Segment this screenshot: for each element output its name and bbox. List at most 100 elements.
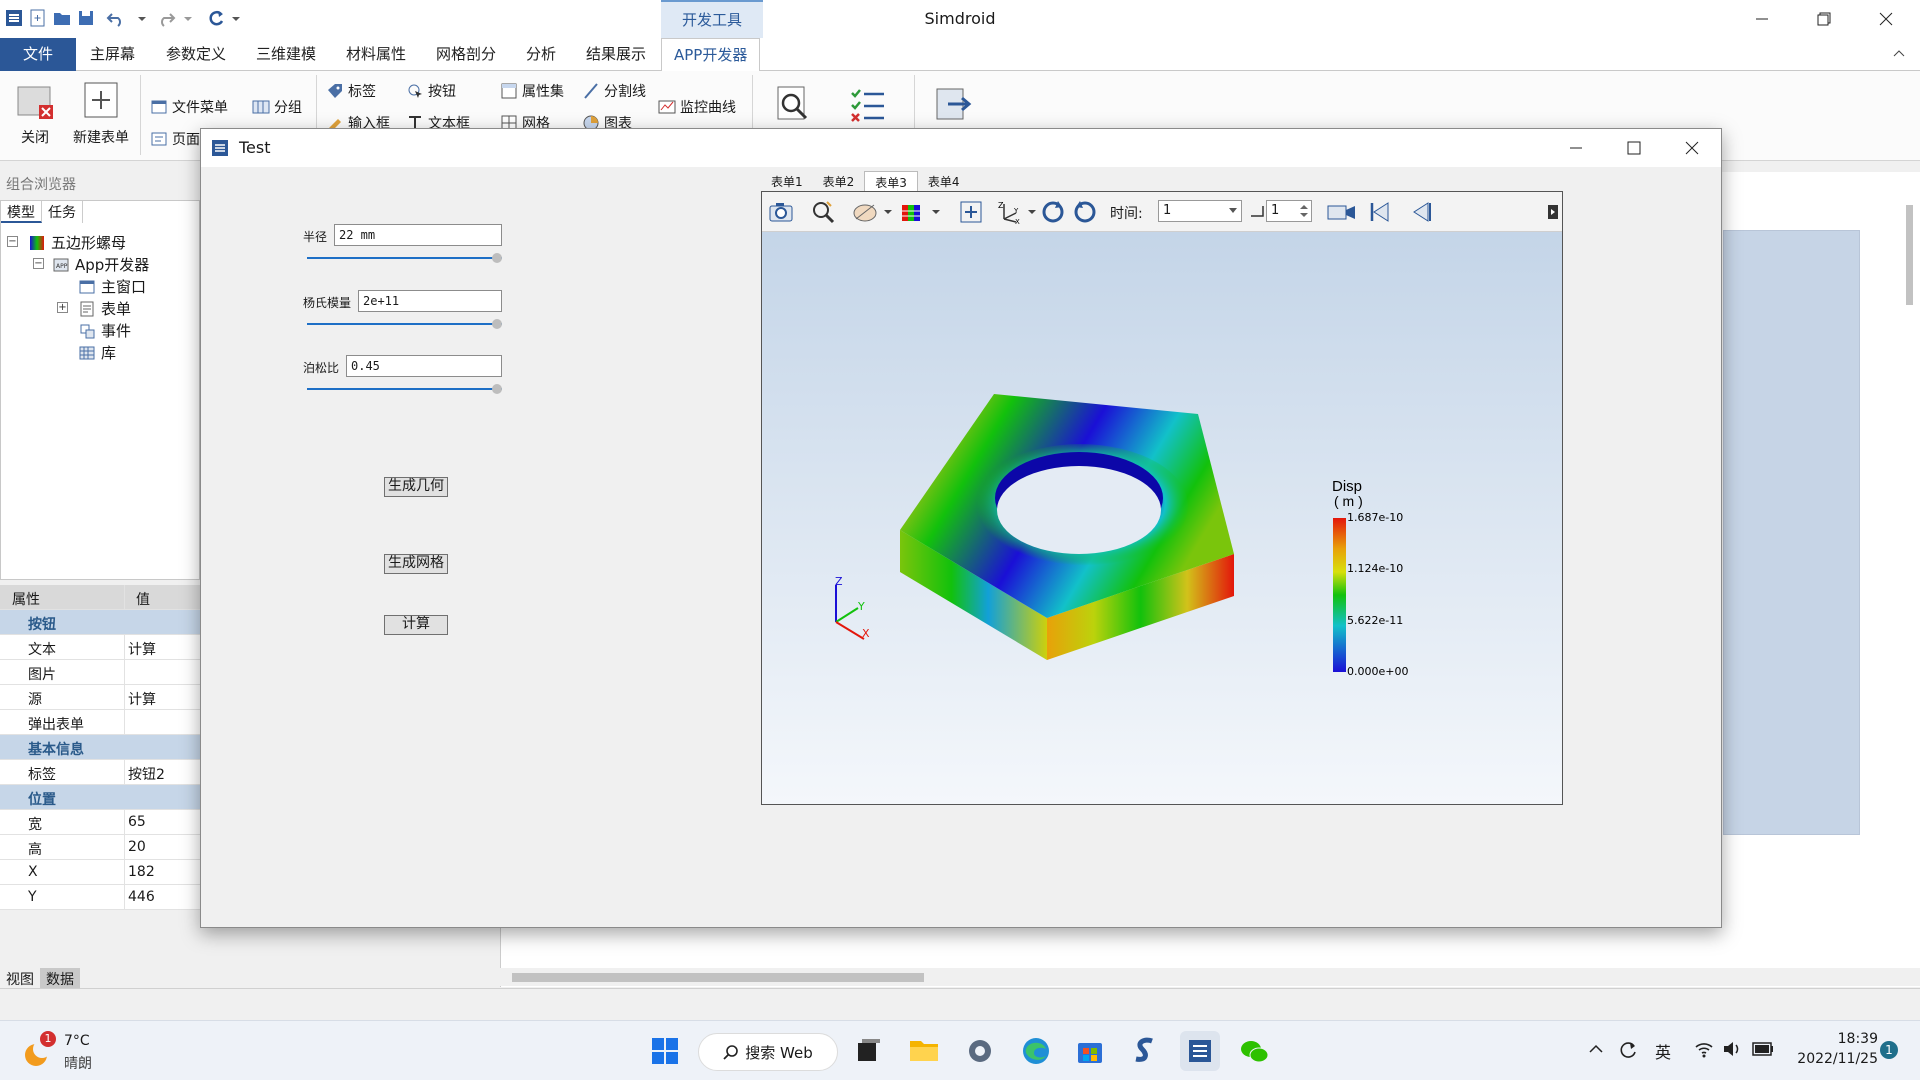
- tab-form1[interactable]: 表单1: [761, 171, 813, 191]
- divider-widget-button[interactable]: 分割线: [582, 81, 646, 101]
- property-row[interactable]: X 182: [0, 860, 200, 885]
- export-app-button[interactable]: [934, 85, 974, 125]
- minimize-button[interactable]: [1734, 0, 1790, 38]
- horizontal-scrollbar-thumb[interactable]: [512, 973, 924, 982]
- fit-view-button[interactable]: [958, 199, 984, 225]
- clock-date[interactable]: 2022/11/25: [1790, 1051, 1878, 1067]
- taskbar-search[interactable]: 搜索 Web: [698, 1033, 838, 1071]
- time-select[interactable]: 1: [1158, 200, 1242, 222]
- edge-browser-button[interactable]: [1016, 1031, 1056, 1071]
- refresh-icon[interactable]: [206, 8, 226, 28]
- radius-input[interactable]: 22 mm: [334, 224, 502, 246]
- customize-toolbar-icon[interactable]: [230, 8, 242, 28]
- poisson-ratio-slider[interactable]: [307, 384, 502, 394]
- close-window-button[interactable]: [1858, 0, 1914, 38]
- radius-slider-knob[interactable]: [492, 253, 502, 263]
- file-explorer-button[interactable]: [904, 1031, 944, 1071]
- tree-expand-toggle[interactable]: +: [57, 302, 68, 313]
- close-app-button[interactable]: 关闭: [0, 77, 70, 147]
- youngs-modulus-slider-knob[interactable]: [492, 319, 502, 329]
- collapse-ribbon-icon[interactable]: [1892, 46, 1906, 60]
- generate-geometry-button[interactable]: 生成几何: [384, 477, 448, 497]
- tab-app-developer[interactable]: APP开发器: [661, 38, 761, 72]
- record-video-button[interactable]: [1326, 199, 1358, 225]
- volume-tray[interactable]: [1722, 1040, 1742, 1058]
- youngs-modulus-input[interactable]: 2e+11: [358, 290, 502, 312]
- dialog-maximize-button[interactable]: [1605, 129, 1663, 167]
- simdroid-taskbar-button[interactable]: [1180, 1031, 1220, 1071]
- label-widget-button[interactable]: 标签: [326, 81, 376, 101]
- undo-dropdown-icon[interactable]: [136, 8, 148, 28]
- rotate-button[interactable]: [1040, 199, 1066, 225]
- new-file-icon[interactable]: [28, 8, 48, 28]
- start-button[interactable]: [645, 1031, 685, 1071]
- property-row[interactable]: 文本 计算: [0, 635, 200, 660]
- tab-form4[interactable]: 表单4: [918, 171, 970, 191]
- monitor-curve-button[interactable]: 监控曲线: [658, 97, 736, 117]
- settings-button[interactable]: [960, 1031, 1000, 1071]
- property-group[interactable]: 按钮: [0, 610, 200, 635]
- step-spinbox[interactable]: 1: [1266, 200, 1312, 222]
- restore-button[interactable]: [1796, 0, 1852, 38]
- wechat-button[interactable]: [1234, 1031, 1274, 1071]
- tab-form2[interactable]: 表单2: [813, 171, 865, 191]
- page-button[interactable]: 页面: [150, 129, 200, 149]
- first-frame-button[interactable]: [1366, 199, 1392, 225]
- redo-dropdown-icon[interactable]: [182, 8, 194, 28]
- tree-node-forms[interactable]: 表单: [79, 298, 131, 319]
- 3d-canvas[interactable]: Z Y X Disp ( m ) 1.687e-10 1.124e-10 5.6…: [762, 232, 1562, 804]
- tree-collapse-toggle[interactable]: −: [33, 258, 44, 269]
- store-button[interactable]: [1070, 1031, 1110, 1071]
- undo-icon[interactable]: [106, 8, 126, 28]
- save-icon[interactable]: [76, 8, 96, 28]
- tree-node-main-window[interactable]: 主窗口: [79, 276, 146, 297]
- wifi-tray[interactable]: [1694, 1040, 1714, 1058]
- battery-tray[interactable]: [1752, 1042, 1774, 1056]
- property-row[interactable]: Y 446: [0, 885, 200, 910]
- tab-3d-modeling[interactable]: 三维建模: [244, 38, 328, 71]
- generate-mesh-button[interactable]: 生成网格: [384, 554, 448, 574]
- tab-form3[interactable]: 表单3: [864, 171, 918, 191]
- tab-parameters[interactable]: 参数定义: [154, 38, 238, 71]
- tab-model[interactable]: 模型: [1, 201, 42, 223]
- tab-data[interactable]: 数据: [40, 968, 80, 988]
- view-orientation-button[interactable]: Z YX: [996, 199, 1038, 225]
- radius-slider[interactable]: [307, 253, 502, 263]
- vertical-scrollbar[interactable]: [1906, 205, 1913, 305]
- notification-badge[interactable]: 1: [1880, 1041, 1898, 1059]
- youngs-modulus-slider[interactable]: [307, 319, 502, 329]
- preview-button[interactable]: [774, 85, 814, 125]
- dialog-close-button[interactable]: [1663, 129, 1721, 167]
- tree-node-app[interactable]: APP App开发器: [53, 254, 149, 275]
- display-mode-button[interactable]: [900, 199, 942, 225]
- property-row[interactable]: 源 计算: [0, 685, 200, 710]
- property-group[interactable]: 基本信息: [0, 735, 200, 760]
- property-row[interactable]: 图片: [0, 660, 200, 685]
- file-menu-button[interactable]: 文件菜单: [150, 97, 228, 117]
- new-form-button[interactable]: 新建表单: [66, 77, 136, 147]
- zoom-button[interactable]: [810, 199, 836, 225]
- tab-meshing[interactable]: 网格剖分: [424, 38, 508, 71]
- show-hidden-icons[interactable]: [1588, 1041, 1604, 1057]
- task-view-button[interactable]: [848, 1031, 888, 1071]
- tab-home[interactable]: 主屏幕: [78, 38, 147, 71]
- compute-button[interactable]: 计算: [384, 615, 448, 635]
- property-row[interactable]: 弹出表单: [0, 710, 200, 735]
- clip-plane-button[interactable]: [852, 199, 894, 225]
- tree-node-root[interactable]: 五边形螺母: [29, 232, 126, 253]
- dialog-minimize-button[interactable]: [1547, 129, 1605, 167]
- poisson-ratio-slider-knob[interactable]: [492, 384, 502, 394]
- previous-frame-button[interactable]: [1408, 199, 1434, 225]
- property-group[interactable]: 位置: [0, 785, 200, 810]
- tab-tasks[interactable]: 任务: [42, 201, 83, 223]
- redo-icon[interactable]: [156, 8, 176, 28]
- tab-view[interactable]: 视图: [0, 968, 40, 988]
- group-button[interactable]: 分组: [252, 97, 302, 117]
- clock-time[interactable]: 18:39: [1820, 1031, 1878, 1047]
- reset-view-button[interactable]: [1072, 199, 1098, 225]
- property-row[interactable]: 标签 按钮2: [0, 760, 200, 785]
- property-row[interactable]: 高 20: [0, 835, 200, 860]
- tree-node-events[interactable]: 事件: [79, 320, 131, 341]
- tab-results[interactable]: 结果展示: [574, 38, 658, 71]
- tree-node-library[interactable]: 库: [79, 342, 116, 363]
